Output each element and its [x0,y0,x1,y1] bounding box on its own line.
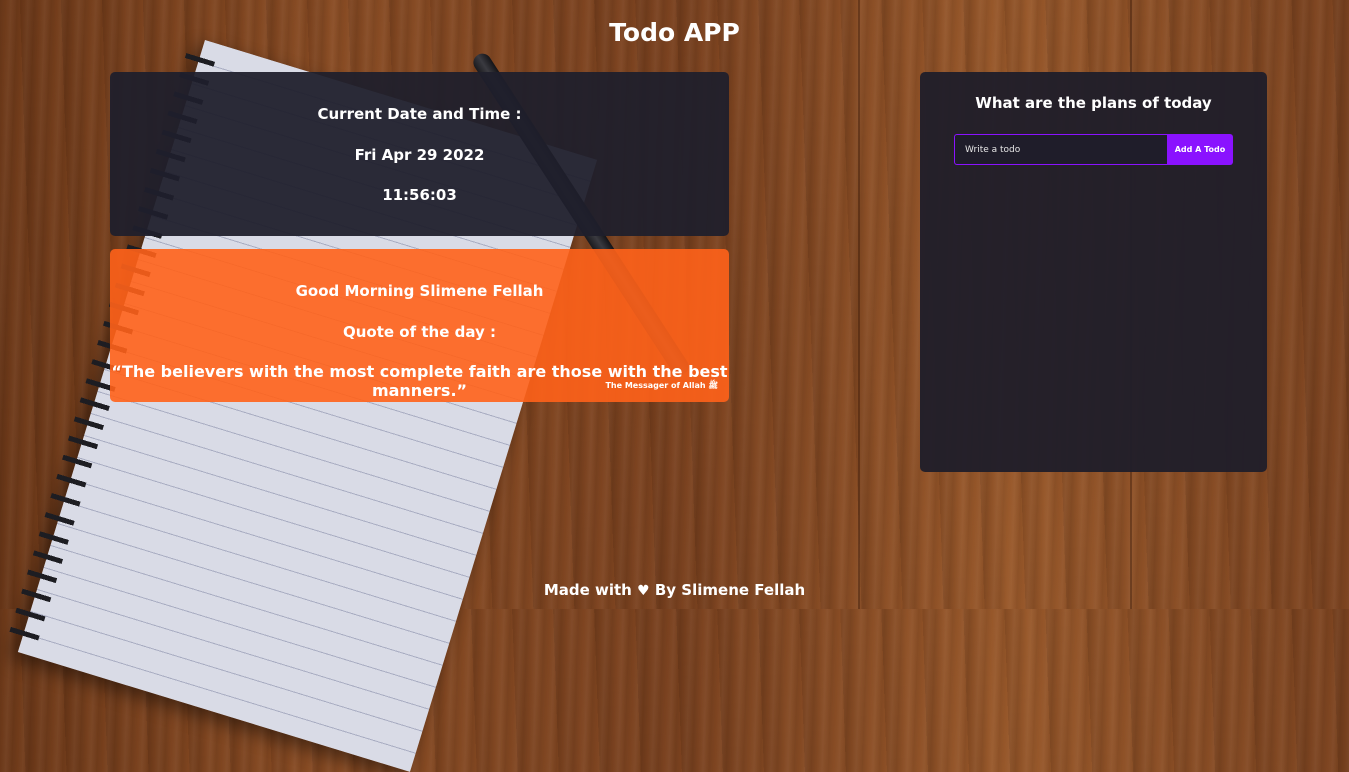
datetime-label: Current Date and Time : [317,105,522,123]
quote-attribution: The Messager of Allah ﷺ [605,381,718,390]
todo-form: Add A Todo [954,134,1233,165]
footer: Made with ♥ By Slimene Fellah [0,581,1349,599]
footer-suffix: By Slimene Fellah [654,581,806,599]
datetime-card: Current Date and Time : Fri Apr 29 2022 … [110,72,729,236]
todo-heading: What are the plans of today [975,94,1212,112]
heart-icon: ♥ [637,583,650,599]
footer-prefix: Made with [543,581,632,599]
quote-card: Good Morning Slimene Fellah Quote of the… [110,249,729,402]
current-date: Fri Apr 29 2022 [354,146,485,164]
quote-label: Quote of the day : [343,323,496,341]
current-time: 11:56:03 [382,186,457,204]
todo-card: What are the plans of today Add A Todo [920,72,1267,472]
page-title: Todo APP [609,18,740,47]
add-todo-button[interactable]: Add A Todo [1167,134,1233,165]
wood-plank-seam [858,0,860,609]
greeting-text: Good Morning Slimene Fellah [295,282,544,300]
todo-input[interactable] [954,134,1167,165]
